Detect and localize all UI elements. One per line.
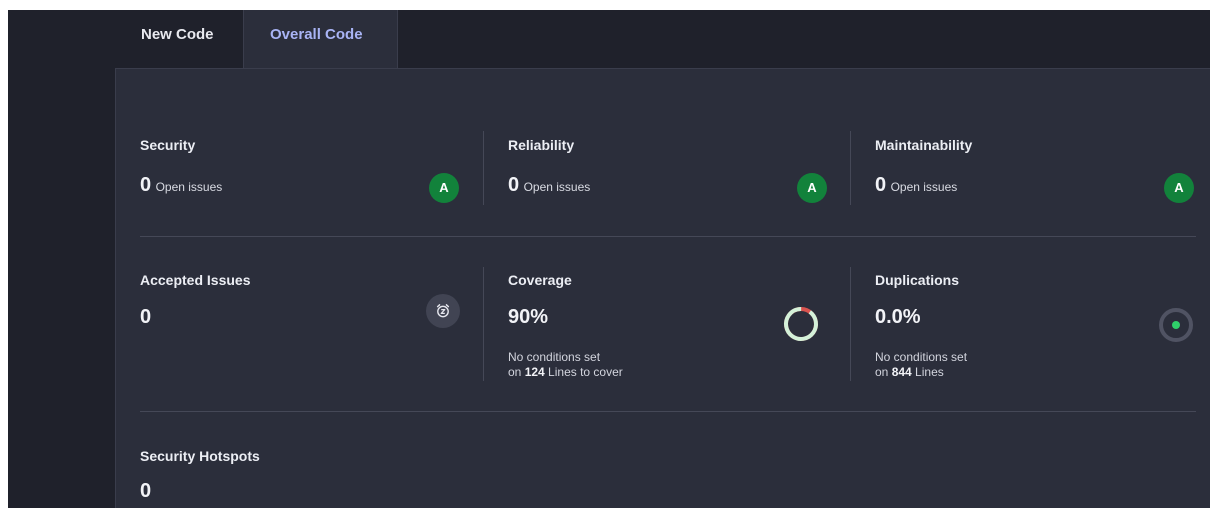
- coverage-ring-icon[interactable]: [782, 305, 820, 343]
- coverage-ring-covered: [784, 307, 818, 341]
- duplication-dot-icon[interactable]: [1158, 307, 1194, 343]
- reliability-grade-badge[interactable]: A: [797, 173, 827, 203]
- security-title: Security: [140, 137, 196, 153]
- coverage-lines-count: 124: [524, 365, 545, 379]
- duplications-value[interactable]: 0.0%: [875, 306, 921, 329]
- duplication-dot: [1172, 321, 1180, 329]
- tab-new-code[interactable]: New Code: [115, 10, 243, 68]
- duplications-lines-count: 844: [891, 365, 912, 379]
- security-hotspots-title: Security Hotspots: [140, 448, 260, 464]
- duplications-note-line1: No conditions set: [875, 350, 968, 364]
- duplications-note-prefix: on: [875, 365, 892, 379]
- security-value[interactable]: 0 Open issues: [140, 174, 222, 197]
- coverage-note-line1: No conditions set: [508, 350, 601, 364]
- maintainability-title: Maintainability: [875, 137, 973, 153]
- coverage-note-prefix: on: [508, 365, 525, 379]
- divider: [483, 131, 484, 205]
- security-count: 0: [140, 174, 152, 196]
- reliability-count: 0: [508, 174, 520, 196]
- tab-bar: New Code Overall Code: [115, 10, 1210, 68]
- security-grade-badge[interactable]: A: [429, 173, 459, 203]
- duplications-note: No conditions set on 844 Lines: [875, 350, 967, 380]
- coverage-note: No conditions set on 124 Lines to cover: [508, 350, 623, 380]
- measures-panel: Security 0 Open issues A Reliability 0 O…: [115, 68, 1210, 508]
- maintainability-count: 0: [875, 174, 887, 196]
- app-frame: New Code Overall Code Security 0 Open is…: [8, 10, 1210, 508]
- reliability-value[interactable]: 0 Open issues: [508, 174, 590, 197]
- coverage-note-line2: on 124 Lines to cover: [508, 365, 623, 380]
- divider: [483, 267, 484, 381]
- row-divider: [140, 236, 1196, 237]
- accepted-issues-value[interactable]: 0: [140, 306, 151, 329]
- duplications-note-suffix: Lines: [911, 365, 944, 379]
- coverage-note-suffix: Lines to cover: [544, 365, 623, 379]
- coverage-title: Coverage: [508, 272, 572, 288]
- security-suffix: Open issues: [155, 180, 223, 194]
- divider: [850, 131, 851, 205]
- row-divider: [140, 411, 1196, 412]
- security-hotspots-value[interactable]: 0: [140, 480, 151, 503]
- duplications-note-line2: on 844 Lines: [875, 365, 967, 380]
- reliability-suffix: Open issues: [523, 180, 591, 194]
- duplications-title: Duplications: [875, 272, 960, 288]
- alarm-clock-icon: [426, 294, 460, 328]
- coverage-value[interactable]: 90%: [508, 306, 548, 329]
- maintainability-suffix: Open issues: [890, 180, 958, 194]
- tab-overall-code[interactable]: Overall Code: [243, 10, 398, 68]
- maintainability-value[interactable]: 0 Open issues: [875, 174, 957, 197]
- reliability-title: Reliability: [508, 137, 575, 153]
- maintainability-grade-badge[interactable]: A: [1164, 173, 1194, 203]
- accepted-issues-title: Accepted Issues: [140, 272, 251, 288]
- divider: [850, 267, 851, 381]
